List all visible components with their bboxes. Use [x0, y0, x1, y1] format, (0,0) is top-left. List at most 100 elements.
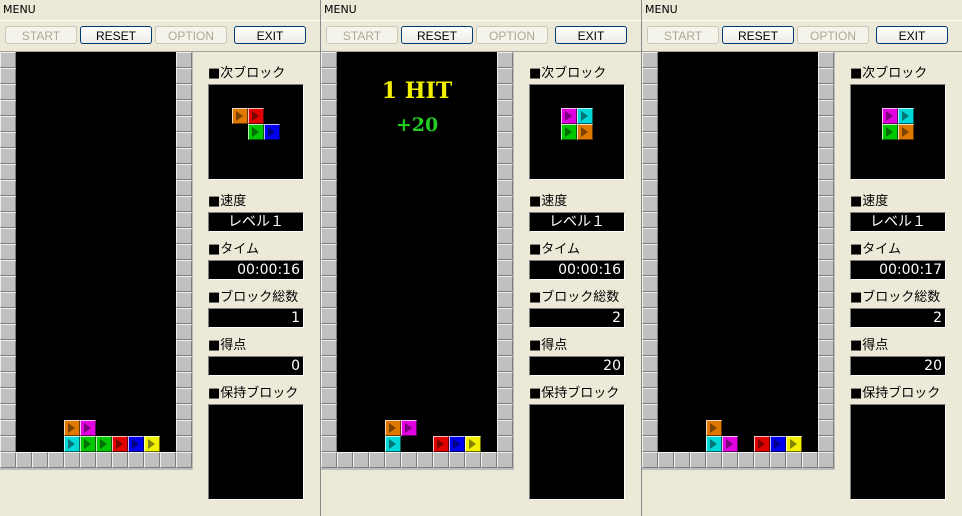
- score-value: 20: [850, 356, 946, 376]
- wall-brick: [176, 436, 192, 452]
- start-button[interactable]: START: [326, 26, 398, 44]
- wall-brick: [642, 68, 658, 84]
- wall-brick: [497, 276, 513, 292]
- reset-button[interactable]: RESET: [80, 26, 152, 44]
- block-cell: [144, 436, 160, 452]
- wall-brick: [0, 404, 16, 420]
- block-cell: [465, 436, 481, 452]
- exit-button[interactable]: EXIT: [876, 26, 948, 44]
- wall-brick: [321, 324, 337, 340]
- menu-bar[interactable]: MENU: [642, 0, 962, 20]
- reset-button[interactable]: RESET: [722, 26, 794, 44]
- wall-brick: [176, 308, 192, 324]
- wall-brick: [321, 244, 337, 260]
- floor-brick: [128, 452, 144, 468]
- wall-brick: [642, 292, 658, 308]
- wall-brick: [0, 196, 16, 212]
- time-value: 00:00:16: [529, 260, 625, 280]
- wall-brick: [642, 52, 658, 68]
- wall-brick: [0, 180, 16, 196]
- wall-brick: [497, 292, 513, 308]
- block-cell: [385, 420, 401, 436]
- wall-brick: [642, 404, 658, 420]
- wall-brick: [0, 116, 16, 132]
- wall-brick: [642, 308, 658, 324]
- block-cell: [96, 436, 112, 452]
- wall-brick: [0, 148, 16, 164]
- wall-brick: [321, 228, 337, 244]
- wall-brick: [818, 388, 834, 404]
- wall-brick: [818, 164, 834, 180]
- wall-brick: [0, 292, 16, 308]
- menu-bar[interactable]: MENU: [0, 0, 323, 20]
- wall-brick: [176, 164, 192, 180]
- speed-label: ■速度: [208, 194, 247, 209]
- wall-brick: [497, 132, 513, 148]
- wall-brick: [642, 372, 658, 388]
- reset-button[interactable]: RESET: [401, 26, 473, 44]
- hold-block-label: ■保持ブロック: [529, 386, 620, 401]
- option-button[interactable]: OPTION: [155, 26, 227, 44]
- floor-brick: [722, 452, 738, 468]
- score-label: ■得点: [850, 338, 889, 353]
- block-cell: [882, 124, 898, 140]
- menu-bar[interactable]: MENU: [321, 0, 644, 20]
- wall-brick: [818, 68, 834, 84]
- block-cell: [786, 436, 802, 452]
- wall-brick: [176, 116, 192, 132]
- wall-brick: [642, 340, 658, 356]
- time-value: 00:00:16: [208, 260, 304, 280]
- block-count-value: 2: [850, 308, 946, 328]
- exit-button[interactable]: EXIT: [555, 26, 627, 44]
- wall-brick: [642, 356, 658, 372]
- wall-brick: [497, 68, 513, 84]
- wall-brick: [818, 404, 834, 420]
- wall-brick: [818, 372, 834, 388]
- wall-brick: [497, 52, 513, 68]
- floor-brick: [417, 452, 433, 468]
- wall-brick: [321, 404, 337, 420]
- hold-block-box: [529, 404, 625, 500]
- next-block-preview: [529, 84, 625, 180]
- option-button[interactable]: OPTION: [476, 26, 548, 44]
- floor-brick: [690, 452, 706, 468]
- board-well: [642, 52, 835, 470]
- time-label: ■タイム: [529, 242, 581, 257]
- wall-brick: [818, 180, 834, 196]
- wall-brick: [176, 420, 192, 436]
- menu-divider: [321, 20, 641, 21]
- speed-value: レベル１: [529, 212, 625, 232]
- wall-brick: [176, 212, 192, 228]
- hit-text: 1 HIT: [381, 78, 453, 104]
- hold-block-label: ■保持ブロック: [208, 386, 299, 401]
- wall-brick: [642, 132, 658, 148]
- wall-brick: [176, 132, 192, 148]
- start-button[interactable]: START: [5, 26, 77, 44]
- exit-button[interactable]: EXIT: [234, 26, 306, 44]
- wall-brick: [818, 196, 834, 212]
- block-cell: [112, 436, 128, 452]
- score-value: 20: [529, 356, 625, 376]
- score-value: 0: [208, 356, 304, 376]
- block-cell: [401, 420, 417, 436]
- block-cell: [64, 420, 80, 436]
- wall-brick: [0, 340, 16, 356]
- block-cell: [898, 124, 914, 140]
- menu-divider: [642, 20, 962, 21]
- wall-brick: [321, 52, 337, 68]
- wall-brick: [818, 308, 834, 324]
- floor-brick: [32, 452, 48, 468]
- floor-brick: [818, 452, 834, 468]
- wall-brick: [176, 228, 192, 244]
- wall-brick: [642, 228, 658, 244]
- block-cell: [561, 108, 577, 124]
- floor-brick: [385, 452, 401, 468]
- wall-brick: [176, 52, 192, 68]
- wall-brick: [818, 340, 834, 356]
- floor-brick: [64, 452, 80, 468]
- option-button[interactable]: OPTION: [797, 26, 869, 44]
- block-count-label: ■ブロック総数: [850, 290, 941, 305]
- wall-brick: [818, 356, 834, 372]
- wall-brick: [642, 116, 658, 132]
- start-button[interactable]: START: [647, 26, 719, 44]
